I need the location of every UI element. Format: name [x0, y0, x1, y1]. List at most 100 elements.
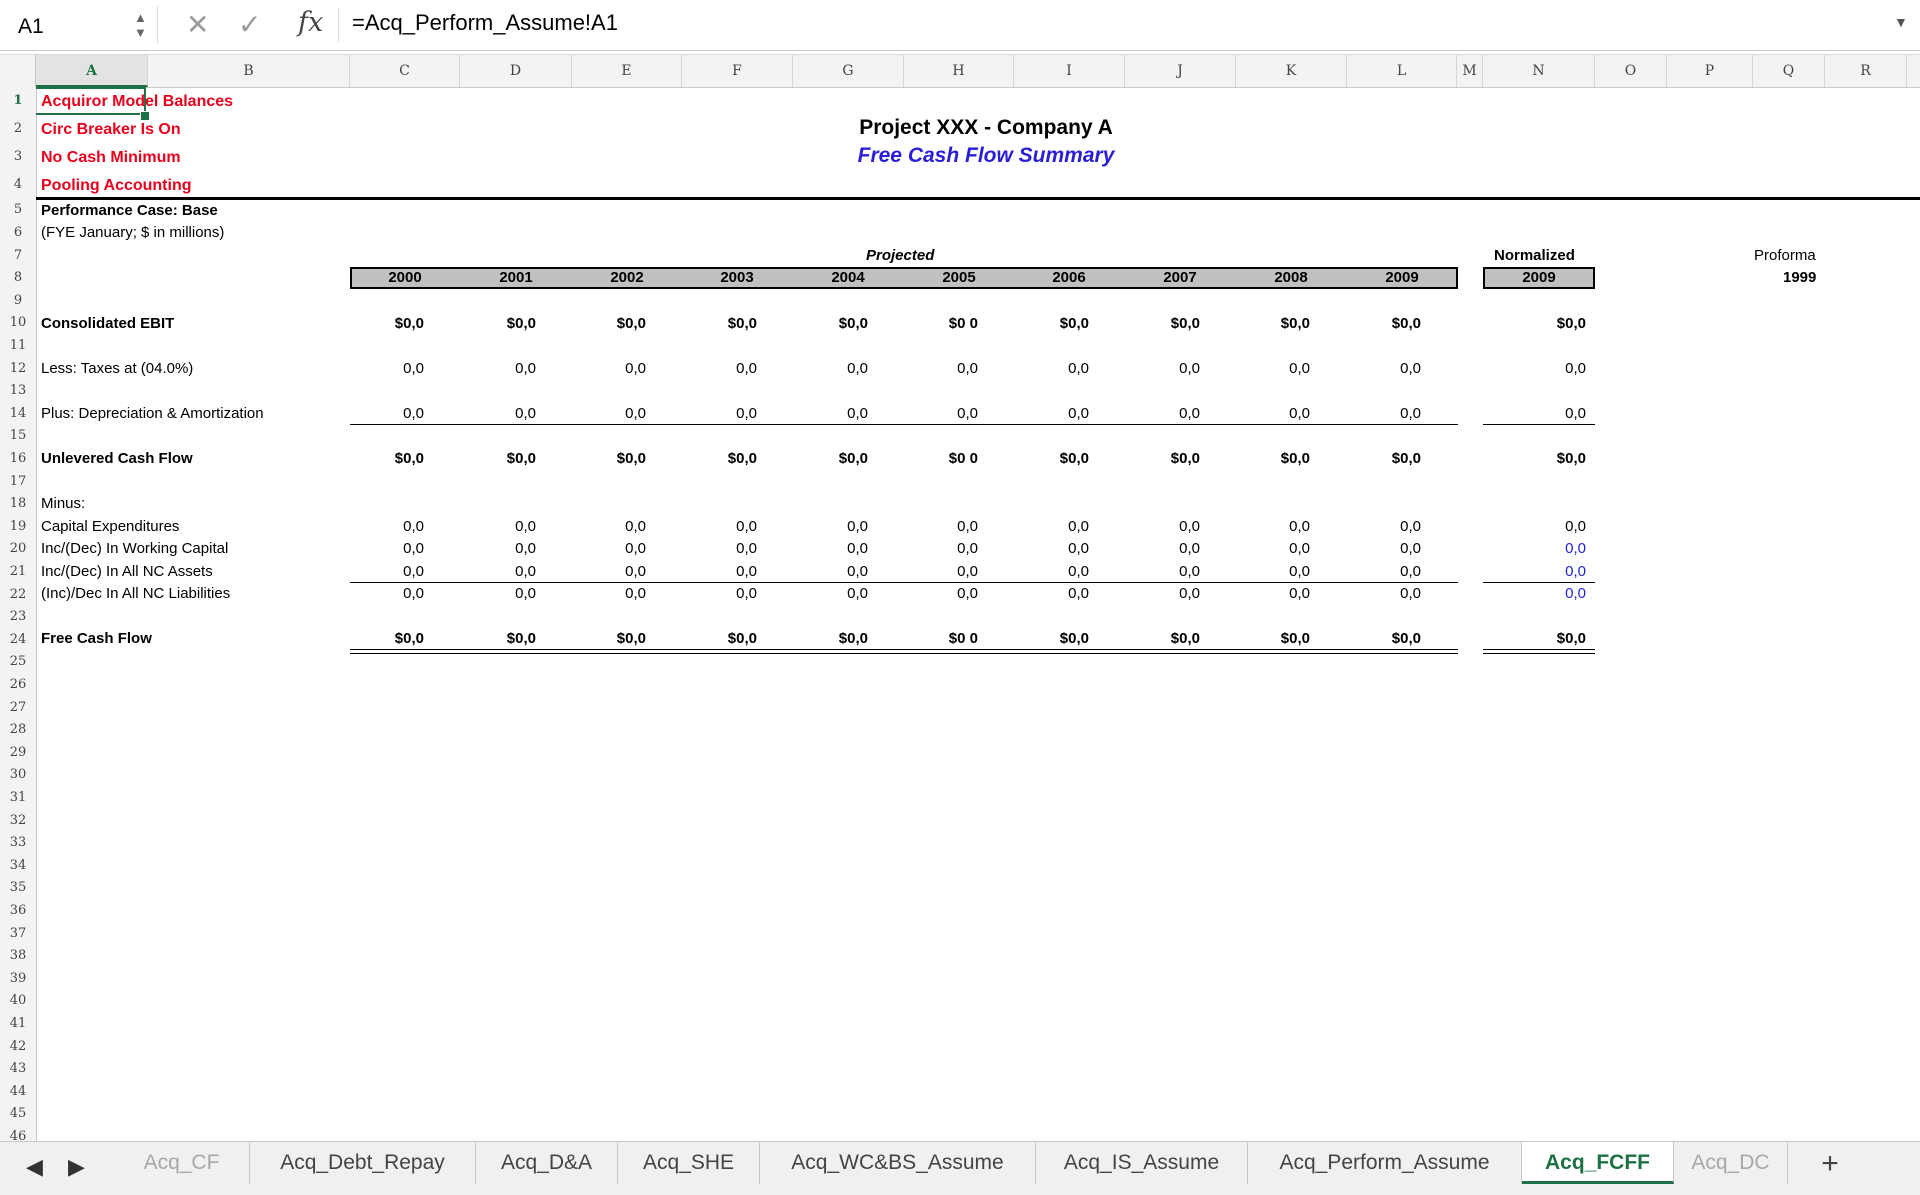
value-cell[interactable]: 0,0	[456, 518, 536, 535]
value-cell[interactable]: 0,0	[1009, 405, 1089, 422]
row-header[interactable]: 38	[0, 948, 36, 964]
row-header[interactable]: 31	[0, 790, 36, 806]
value-cell[interactable]: $0,0	[1009, 630, 1089, 647]
row-header[interactable]: 13	[0, 383, 36, 399]
value-cell[interactable]: $0,0	[1341, 315, 1421, 332]
value-cell[interactable]: 0,0	[456, 405, 536, 422]
value-cell[interactable]: 0,0	[566, 360, 646, 377]
row-header[interactable]: 34	[0, 858, 36, 874]
next-sheet-icon[interactable]: ▶	[68, 1154, 85, 1180]
row-header[interactable]: 29	[0, 745, 36, 761]
row-header[interactable]: 37	[0, 926, 36, 942]
value-cell[interactable]: 0,0	[1120, 563, 1200, 580]
value-cell[interactable]: 0,0	[677, 360, 757, 377]
value-cell[interactable]: 0,0	[1009, 540, 1089, 557]
previous-sheet-icon[interactable]: ◀	[26, 1154, 43, 1180]
value-cell[interactable]: 0,0	[456, 540, 536, 557]
value-cell[interactable]: $0,0	[677, 450, 757, 467]
value-cell[interactable]: 0,0	[456, 360, 536, 377]
sheet-tab[interactable]: Acq_IS_Assume	[1036, 1142, 1248, 1184]
sheet-tab[interactable]: Acq_Perform_Assume	[1248, 1142, 1522, 1184]
value-cell[interactable]: 0,0	[1120, 360, 1200, 377]
column-header[interactable]: K	[1236, 55, 1347, 87]
value-cell[interactable]: 0,0	[566, 585, 646, 602]
sheet-tab[interactable]: Acq_WC&BS_Assume	[760, 1142, 1036, 1184]
row-header[interactable]: 30	[0, 767, 36, 783]
column-header[interactable]: A	[36, 55, 148, 87]
value-cell[interactable]: 0,0	[344, 360, 424, 377]
check-icon[interactable]: ✓	[238, 8, 261, 41]
value-cell[interactable]: 0,0	[1120, 585, 1200, 602]
column-header[interactable]: E	[572, 55, 682, 87]
row-header[interactable]: 25	[0, 654, 36, 670]
fill-handle[interactable]	[140, 111, 150, 121]
row-header[interactable]: 22	[0, 587, 36, 603]
chevron-down-icon[interactable]: ▼	[1894, 14, 1908, 30]
row-header[interactable]: 21	[0, 564, 36, 580]
fx-icon[interactable]: fx	[298, 7, 323, 38]
value-cell[interactable]: 0,0	[677, 518, 757, 535]
column-header[interactable]: H	[904, 55, 1014, 87]
value-cell[interactable]: $0,0	[1341, 450, 1421, 467]
formula-input[interactable]: =Acq_Perform_Assume!A1	[352, 10, 618, 36]
value-cell[interactable]: 0,0	[788, 405, 868, 422]
value-cell[interactable]: 0,0	[1341, 405, 1421, 422]
row-header[interactable]: 1	[0, 93, 36, 109]
row-header[interactable]: 12	[0, 361, 36, 377]
sheet-tab-active[interactable]: Acq_FCFF	[1522, 1142, 1674, 1184]
value-cell[interactable]: 0,0	[1120, 540, 1200, 557]
row-header[interactable]: 46	[0, 1129, 36, 1141]
value-cell[interactable]: $0,0	[1120, 450, 1200, 467]
row-header[interactable]: 16	[0, 451, 36, 467]
normalized-value-cell[interactable]: 0,0	[1506, 563, 1586, 580]
name-box-stepper-icon[interactable]: ▲ ▼	[134, 10, 147, 40]
column-header[interactable]: Q	[1753, 55, 1825, 87]
value-cell[interactable]: $0,0	[1120, 630, 1200, 647]
value-cell[interactable]: 0,0	[344, 518, 424, 535]
value-cell[interactable]: 0,0	[898, 360, 978, 377]
row-header[interactable]: 36	[0, 903, 36, 919]
value-cell[interactable]: 0,0	[566, 518, 646, 535]
value-cell[interactable]: 0,0	[1341, 540, 1421, 557]
row-header[interactable]: 45	[0, 1106, 36, 1122]
value-cell[interactable]: 0,0	[456, 585, 536, 602]
value-cell[interactable]: 0,0	[788, 540, 868, 557]
value-cell[interactable]: $0,0	[1009, 315, 1089, 332]
value-cell[interactable]: 0,0	[788, 563, 868, 580]
sheet-tab[interactable]: Acq_Debt_Repay	[250, 1142, 476, 1184]
column-header[interactable]: N	[1483, 55, 1595, 87]
name-box-value[interactable]: A1	[18, 15, 44, 39]
value-cell[interactable]: 0,0	[1341, 360, 1421, 377]
normalized-value-cell[interactable]: $0,0	[1506, 450, 1586, 467]
row-header[interactable]: 23	[0, 609, 36, 625]
value-cell[interactable]: $0,0	[1230, 450, 1310, 467]
value-cell[interactable]: 0,0	[1230, 518, 1310, 535]
row-header[interactable]: 40	[0, 993, 36, 1009]
value-cell[interactable]: 0,0	[1230, 360, 1310, 377]
column-header[interactable]: I	[1014, 55, 1125, 87]
row-header[interactable]: 39	[0, 971, 36, 987]
column-header[interactable]: P	[1667, 55, 1753, 87]
value-cell[interactable]: $0,0	[1120, 315, 1200, 332]
value-cell[interactable]: $0,0	[1009, 450, 1089, 467]
value-cell[interactable]: $0,0	[1230, 315, 1310, 332]
column-header[interactable]: D	[460, 55, 572, 87]
sheet-tab[interactable]: Acq_SHE	[618, 1142, 760, 1184]
value-cell[interactable]: 0,0	[1120, 518, 1200, 535]
value-cell[interactable]: 0,0	[1120, 405, 1200, 422]
value-cell[interactable]: 0,0	[898, 540, 978, 557]
name-box[interactable]: A1 ▲ ▼	[0, 6, 158, 44]
row-header[interactable]: 35	[0, 880, 36, 896]
value-cell[interactable]: $0 0	[898, 450, 978, 467]
row-header[interactable]: 4	[0, 177, 36, 193]
value-cell[interactable]: 0,0	[1341, 563, 1421, 580]
normalized-value-cell[interactable]: $0,0	[1506, 315, 1586, 332]
column-header[interactable]: G	[793, 55, 904, 87]
row-header[interactable]: 11	[0, 338, 36, 354]
value-cell[interactable]: $0,0	[677, 630, 757, 647]
normalized-value-cell[interactable]: $0,0	[1506, 630, 1586, 647]
row-header[interactable]: 32	[0, 813, 36, 829]
value-cell[interactable]: 0,0	[1009, 518, 1089, 535]
value-cell[interactable]: 0,0	[566, 563, 646, 580]
row-header[interactable]: 27	[0, 700, 36, 716]
